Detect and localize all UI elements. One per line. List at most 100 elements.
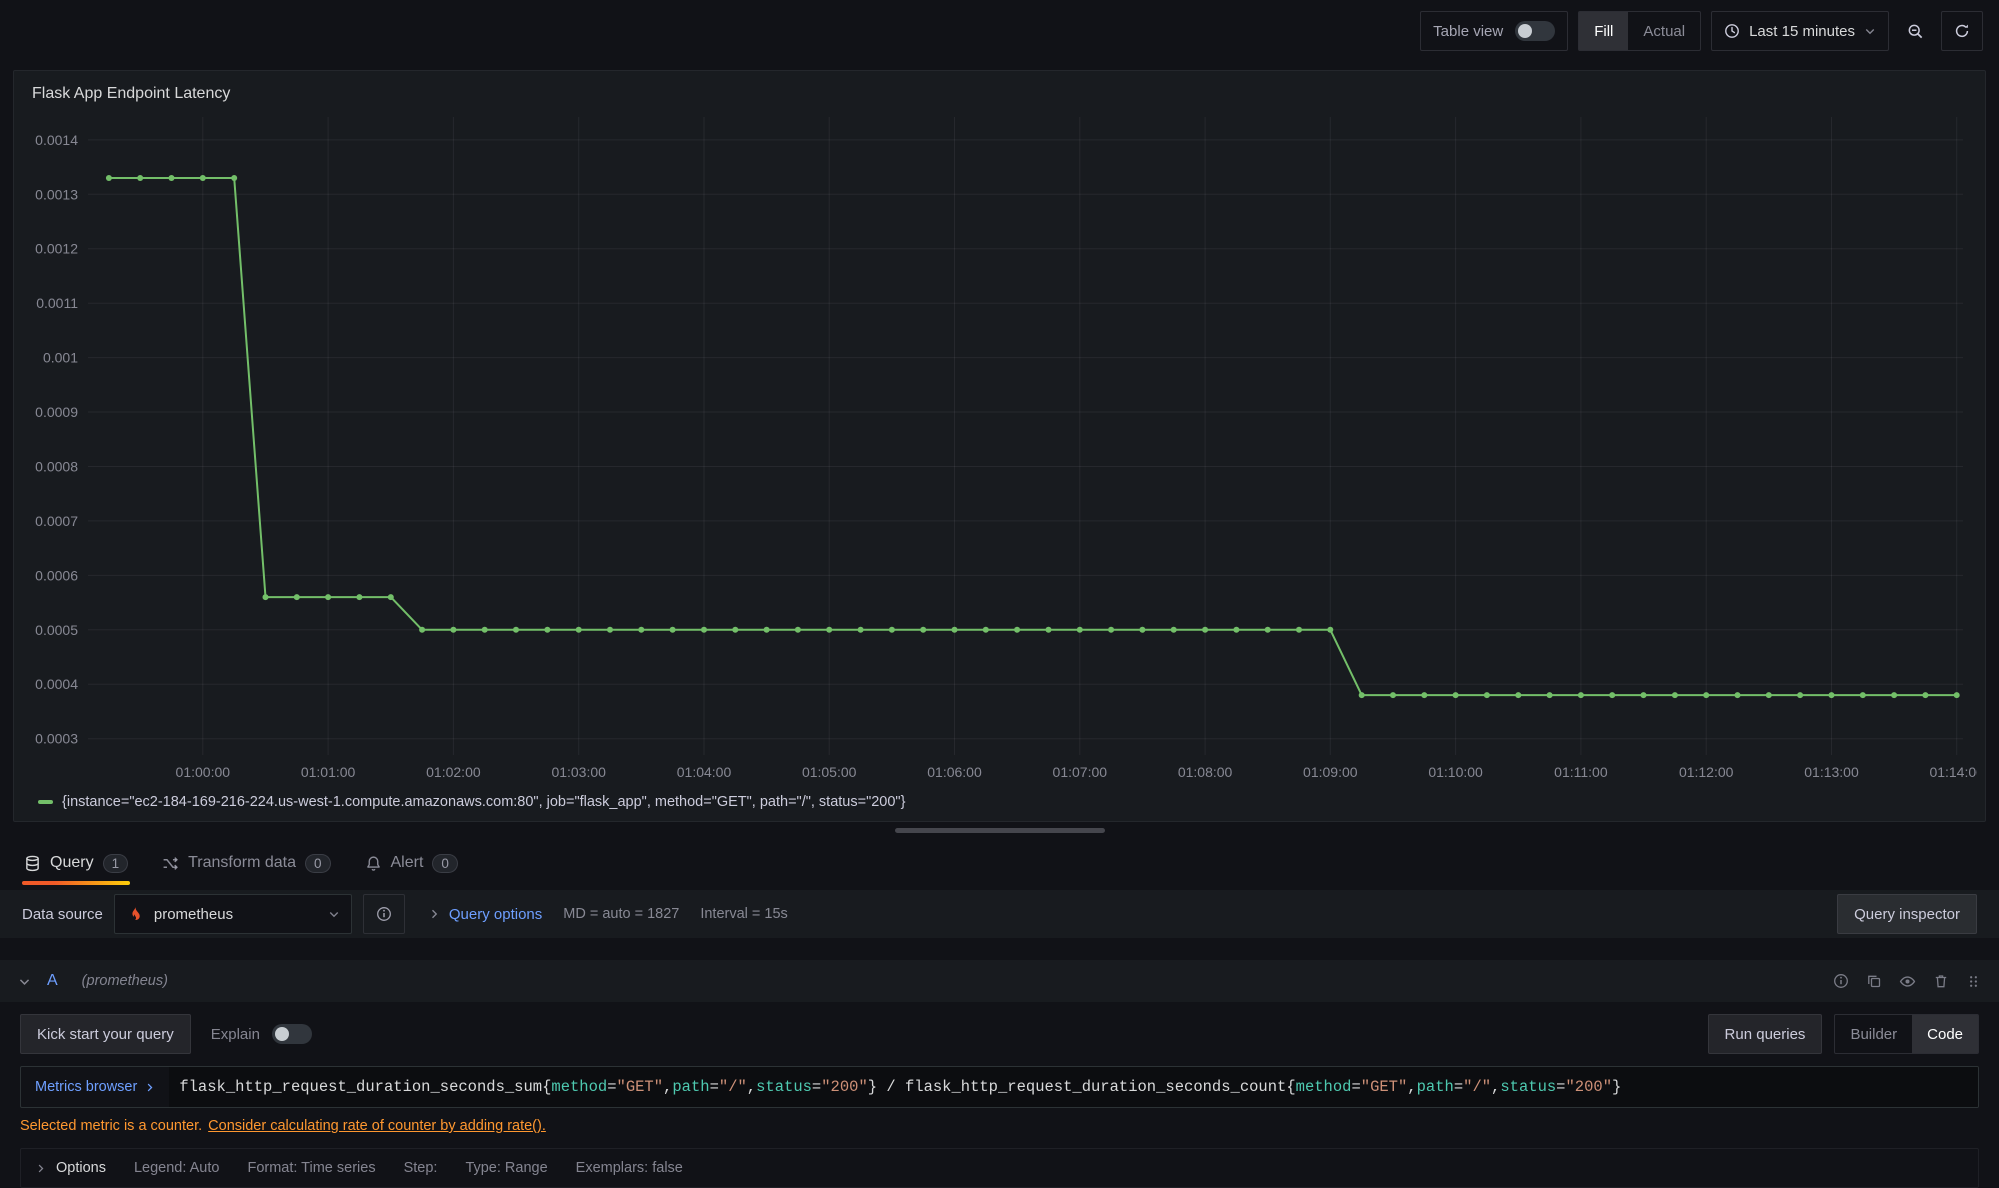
svg-text:01:10:00: 01:10:00 — [1428, 764, 1483, 780]
chevron-right-icon — [35, 1163, 46, 1174]
query-inspector-button[interactable]: Query inspector — [1837, 894, 1977, 934]
svg-text:01:08:00: 01:08:00 — [1178, 764, 1233, 780]
explain-label: Explain — [211, 1026, 260, 1043]
actual-button[interactable]: Actual — [1628, 12, 1700, 50]
svg-text:01:01:00: 01:01:00 — [301, 764, 356, 780]
svg-text:01:03:00: 01:03:00 — [551, 764, 606, 780]
svg-text:01:11:00: 01:11:00 — [1554, 764, 1608, 780]
query-body: Kick start your query Explain Run querie… — [0, 1002, 1999, 1188]
promql-editor: Metrics browser flask_http_request_durat… — [20, 1066, 1979, 1108]
table-view-label: Table view — [1433, 23, 1503, 40]
handle-row — [0, 822, 1999, 838]
bell-icon — [365, 855, 382, 872]
editor-tabs: Query 1 Transform data 0 Alert 0 — [0, 838, 1999, 888]
query-row-header[interactable]: A (prometheus) — [0, 960, 1999, 1002]
zoom-out-icon — [1907, 23, 1924, 40]
tab-query-label: Query — [50, 854, 94, 872]
chevron-down-icon[interactable] — [18, 975, 31, 988]
chevron-right-icon — [428, 908, 440, 920]
transform-icon — [162, 855, 179, 872]
alert-count-badge: 0 — [432, 854, 458, 873]
query-help-icon[interactable] — [1833, 973, 1849, 989]
svg-text:01:09:00: 01:09:00 — [1303, 764, 1358, 780]
svg-text:0.0014: 0.0014 — [35, 132, 78, 148]
clock-icon — [1724, 23, 1740, 39]
option-format: Format: Time series — [247, 1160, 375, 1176]
editor-mode-segmented: Builder Code — [1834, 1014, 1979, 1054]
query-options-label: Query options — [449, 906, 542, 923]
editor-toolbar: Table view Fill Actual Last 15 minutes — [0, 0, 1999, 62]
tab-transform-data[interactable]: Transform data 0 — [160, 838, 332, 888]
grafana-panel-editor: Table view Fill Actual Last 15 minutes — [0, 0, 1999, 1188]
chevron-down-icon — [328, 908, 340, 920]
max-data-points-text: MD = auto = 1827 — [563, 906, 679, 922]
chevron-down-icon — [1864, 25, 1876, 37]
datasource-label: Data source — [22, 906, 103, 923]
svg-text:0.0003: 0.0003 — [35, 731, 78, 747]
prometheus-icon — [126, 905, 145, 924]
chart-area[interactable]: 0.0003 0.0004 0.0005 0.0006 0.0007 0.0008 0.00… — [22, 105, 1977, 791]
panel-title[interactable]: Flask App Endpoint Latency — [22, 77, 1977, 105]
drag-grip-icon[interactable] — [1966, 974, 1981, 989]
legend-series-label[interactable]: {instance="ec2-184-169-216-224.us-west-1… — [62, 794, 905, 810]
datasource-name: prometheus — [154, 906, 233, 923]
svg-text:0.0004: 0.0004 — [35, 676, 78, 692]
query-datasource-hint: (prometheus) — [82, 973, 168, 989]
svg-text:01:13:00: 01:13:00 — [1804, 764, 1859, 780]
time-range-label: Last 15 minutes — [1749, 23, 1855, 40]
promql-expression[interactable]: flask_http_request_duration_seconds_sum{… — [169, 1067, 1978, 1107]
table-view-toggle[interactable] — [1515, 21, 1555, 41]
datasource-picker[interactable]: prometheus — [114, 894, 352, 934]
datasource-help-button[interactable] — [363, 894, 405, 934]
code-mode-button[interactable]: Code — [1912, 1015, 1978, 1053]
svg-text:01:04:00: 01:04:00 — [677, 764, 732, 780]
fill-button[interactable]: Fill — [1579, 12, 1628, 50]
svg-text:01:00:00: 01:00:00 — [176, 764, 231, 780]
svg-text:01:02:00: 01:02:00 — [426, 764, 481, 780]
run-queries-button[interactable]: Run queries — [1708, 1014, 1823, 1054]
warning-text: Selected metric is a counter. — [20, 1118, 202, 1134]
svg-text:0.0007: 0.0007 — [35, 513, 78, 529]
option-type: Type: Range — [465, 1160, 547, 1176]
svg-text:01:07:00: 01:07:00 — [1053, 764, 1108, 780]
query-section: A (prometheus) — [0, 960, 1999, 1188]
svg-text:0.0013: 0.0013 — [35, 186, 78, 202]
kick-start-button[interactable]: Kick start your query — [20, 1014, 191, 1054]
svg-text:0.0006: 0.0006 — [35, 567, 78, 583]
panel-resize-handle[interactable] — [895, 828, 1105, 833]
options-label: Options — [56, 1160, 106, 1176]
svg-text:01:06:00: 01:06:00 — [927, 764, 982, 780]
time-range-picker[interactable]: Last 15 minutes — [1711, 11, 1889, 51]
refresh-button[interactable] — [1941, 11, 1983, 51]
svg-text:0.0005: 0.0005 — [35, 622, 78, 638]
builder-mode-button[interactable]: Builder — [1835, 1015, 1912, 1053]
metrics-browser-toggle[interactable]: Metrics browser — [21, 1067, 169, 1107]
tab-query[interactable]: Query 1 — [22, 838, 130, 888]
svg-text:01:12:00: 01:12:00 — [1679, 764, 1734, 780]
toggle-visibility-icon[interactable] — [1899, 973, 1916, 990]
metrics-browser-label: Metrics browser — [35, 1079, 137, 1095]
explain-toggle[interactable] — [272, 1024, 312, 1044]
duplicate-query-icon[interactable] — [1866, 973, 1882, 989]
svg-text:01:14:00: 01:14:00 — [1929, 764, 1977, 780]
datasource-bar: Data source prometheus Query options MD … — [0, 890, 1999, 938]
option-exemplars: Exemplars: false — [576, 1160, 683, 1176]
delete-query-icon[interactable] — [1933, 973, 1949, 989]
query-count-badge: 1 — [103, 854, 129, 873]
svg-text:0.0012: 0.0012 — [35, 241, 78, 257]
zoom-out-button[interactable] — [1899, 11, 1931, 51]
svg-text:0.001: 0.001 — [43, 350, 78, 366]
legend-series-marker — [38, 800, 53, 804]
query-options-toggle[interactable]: Query options — [428, 906, 542, 923]
latency-chart[interactable]: 0.0003 0.0004 0.0005 0.0006 0.0007 0.0008 0.00… — [22, 105, 1977, 791]
transform-count-badge: 0 — [305, 854, 331, 873]
database-icon — [24, 855, 41, 872]
warning-rate-link[interactable]: Consider calculating rate of counter by … — [208, 1118, 546, 1134]
interval-text: Interval = 15s — [700, 906, 787, 922]
toggle-knob — [1518, 24, 1532, 38]
svg-text:0.0011: 0.0011 — [36, 295, 78, 311]
options-row[interactable]: Options Legend: Auto Format: Time series… — [20, 1148, 1979, 1188]
svg-text:01:05:00: 01:05:00 — [802, 764, 857, 780]
tab-alert[interactable]: Alert 0 — [363, 838, 460, 888]
svg-text:0.0008: 0.0008 — [35, 459, 78, 475]
